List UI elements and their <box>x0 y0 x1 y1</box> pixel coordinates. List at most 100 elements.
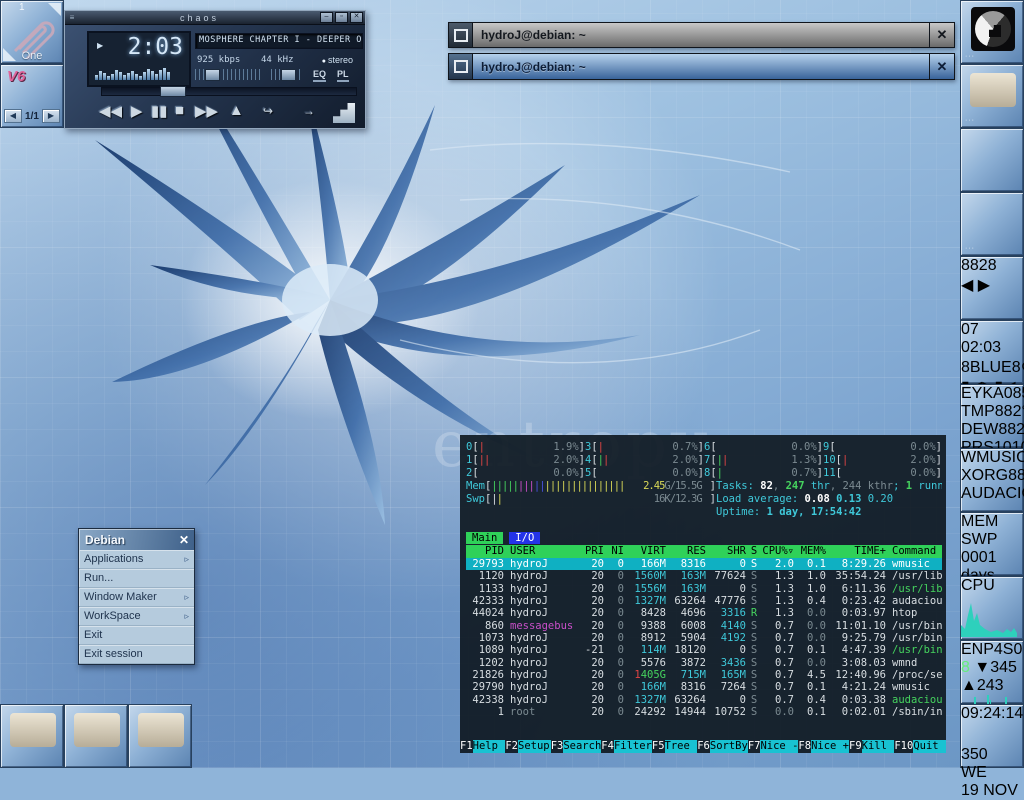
dock-tile-cpumon[interactable]: CPU <box>960 576 1024 640</box>
dock-tile-file-cabinet[interactable]: ··· <box>960 192 1024 256</box>
dock-tile-terminal[interactable]: ··· <box>960 64 1024 128</box>
process-row[interactable]: 1root200242921494410752S0.00.10:02.01/sb… <box>466 706 942 718</box>
xmms-balance-slider[interactable] <box>271 69 303 80</box>
fkey-f4[interactable]: F4 <box>601 740 614 753</box>
fkey-label-f3[interactable]: Search <box>563 740 601 753</box>
play-button[interactable]: ▶ <box>131 102 143 120</box>
fkey-f8[interactable]: F8 <box>798 740 811 753</box>
fkey-label-f2[interactable]: Setup <box>518 740 551 753</box>
dock-tile-wmnd[interactable]: ENP4S0 8 ▼345 ▲243 ▼227 ▲66.0 <box>960 640 1024 704</box>
xmms-eq-button[interactable]: EQ <box>313 69 326 82</box>
pause-button[interactable]: ▮▮ <box>151 102 168 120</box>
fkey-f1[interactable]: F1 <box>460 740 473 753</box>
terminal-1-miniaturize-button[interactable] <box>449 23 473 47</box>
fkey-label-f10[interactable]: Quit <box>913 740 946 753</box>
xmms-close-button[interactable]: ✕ <box>350 12 363 23</box>
terminal-1-close-button[interactable]: ✕ <box>929 23 954 47</box>
fkey-label-f9[interactable]: Kill <box>862 740 895 753</box>
seek-handle[interactable] <box>160 86 186 97</box>
menu-item-workspace[interactable]: WorkSpace▹ <box>79 607 194 626</box>
process-row[interactable]: 44024hydroJ200842846963316R1.30.00:03.97… <box>466 607 942 619</box>
menu-item-run-[interactable]: Run... <box>79 569 194 588</box>
menu-item-window-maker[interactable]: Window Maker▹ <box>79 588 194 607</box>
balance-slider-handle[interactable] <box>281 69 296 81</box>
column-header-pid[interactable]: PID <box>466 545 504 558</box>
dock-tile-wmaker[interactable]: ··· <box>960 0 1024 64</box>
process-row[interactable]: 1202hydroJ200557638723436S0.70.03:08.03w… <box>466 657 942 669</box>
appicon-terminal-1[interactable] <box>64 704 128 768</box>
fkey-label-f5[interactable]: Tree <box>665 740 698 753</box>
debian-root-menu[interactable]: Debian ✕ Applications▹Run...Window Maker… <box>78 528 195 665</box>
fkey-f10[interactable]: F10 <box>894 740 913 753</box>
xmms-seek-bar[interactable] <box>101 87 357 96</box>
process-row[interactable]: 1120hydroJ2001560M163M77624S1.31.035:54.… <box>466 570 942 582</box>
terminal-window-2-shaded[interactable]: hydroJ@debian: ~ ✕ <box>448 53 955 80</box>
column-header-ni[interactable]: NI <box>604 545 624 558</box>
fkey-f2[interactable]: F2 <box>505 740 518 753</box>
xmms-titlebar[interactable]: ≡ chaos – ▫ ✕ <box>65 11 365 25</box>
terminal-2-miniaturize-button[interactable] <box>449 54 473 79</box>
volume-slider-handle[interactable] <box>205 69 220 81</box>
terminal-1-titlebar[interactable]: hydroJ@debian: ~ <box>473 23 929 47</box>
appicon-tux-terminal[interactable] <box>0 704 64 768</box>
column-header-pri[interactable]: PRI <box>578 545 604 558</box>
stop-button[interactable]: ■ <box>175 102 184 119</box>
process-row[interactable]: 21826hydroJ2001405G715M165MS0.74.512:40.… <box>466 669 942 681</box>
next-button[interactable]: ▶▶ <box>195 102 218 120</box>
terminal-window-1-shaded[interactable]: hydroJ@debian: ~ ✕ <box>448 22 955 48</box>
dock-tile-mixer[interactable]: 8828 ◀ ▶ <box>960 256 1024 320</box>
process-row[interactable]: 29793hydroJ200166M83160S2.00.18:29.26wmu… <box>466 558 942 570</box>
mixer-prev-channel-button[interactable]: ◀ <box>961 277 973 294</box>
column-header-virt[interactable]: VIRT <box>624 545 666 558</box>
process-row[interactable]: 42338hydroJ2001327M632640S0.70.40:03.38a… <box>466 694 942 706</box>
fkey-f5[interactable]: F5 <box>652 740 665 753</box>
pager-dockapp[interactable]: V6 ◀ 1/1 ▶ <box>0 64 64 128</box>
dock-tile-weather[interactable]: EYKA0850TMP882°CDEW882°CPRS1010hPaHUM100… <box>960 384 1024 448</box>
column-header-user[interactable]: USER <box>504 545 578 558</box>
xmms-volume-slider[interactable] <box>195 69 261 80</box>
xmms-shade-button[interactable]: ▫ <box>335 12 348 23</box>
fkey-f6[interactable]: F6 <box>697 740 710 753</box>
menu-titlebar[interactable]: Debian ✕ <box>79 529 194 550</box>
process-row[interactable]: 29790hydroJ200166M83167264S0.70.14:21.24… <box>466 681 942 693</box>
column-header-time[interactable]: TIME+ <box>826 545 886 558</box>
fkey-f3[interactable]: F3 <box>551 740 564 753</box>
fkey-f9[interactable]: F9 <box>849 740 862 753</box>
wm-clip[interactable]: 1 One <box>0 0 64 64</box>
column-header-command[interactable]: Command <box>886 545 942 558</box>
column-header-cpu[interactable]: CPU%▿ <box>762 545 794 558</box>
xmms-minimize-button[interactable]: – <box>320 12 333 23</box>
process-row[interactable]: 860messagebus200938860084140S0.70.011:01… <box>466 620 942 632</box>
dock-tile-sysmon[interactable]: MEM SWP 0001 days, 17:54:43 <box>960 512 1024 576</box>
process-row[interactable]: 42333hydroJ2001327M6326447776S1.30.40:23… <box>466 595 942 607</box>
menu-item-exit-session[interactable]: Exit session <box>79 645 194 664</box>
column-header-res[interactable]: RES <box>666 545 706 558</box>
dock-tile-clock[interactable]: 09:24:14 350 WE 19 NOV <box>960 704 1024 768</box>
dock-tile-wmusic[interactable]: 07 02:03 8BLUE8↺ ▮◀▶▮◀◀▶▶ ▲▶▮▮■ <box>960 320 1024 384</box>
column-header-shr[interactable]: SHR <box>706 545 746 558</box>
fkey-label-f6[interactable]: SortBy <box>710 740 748 753</box>
menu-close-button[interactable]: ✕ <box>174 533 194 547</box>
dock-tile-wmtop[interactable]: WMUSIC888XORG88888AUDACIOUS <box>960 448 1024 512</box>
htop-tab-main[interactable]: Main <box>466 532 503 544</box>
dock-tile-drawer[interactable] <box>960 128 1024 192</box>
terminal-2-titlebar[interactable]: hydroJ@debian: ~ <box>473 54 929 79</box>
shuffle-button[interactable]: ↪ <box>263 104 273 118</box>
mixer-next-channel-button[interactable]: ▶ <box>978 277 990 294</box>
fkey-label-f4[interactable]: Filter <box>614 740 652 753</box>
menu-item-exit[interactable]: Exit <box>79 626 194 645</box>
xmms-playlist-button[interactable]: PL <box>337 69 349 82</box>
process-row[interactable]: 1089hydroJ-210114M181200S0.70.14:47.39/u… <box>466 644 942 656</box>
process-row[interactable]: 1073hydroJ200891259044192S0.70.09:25.79/… <box>466 632 942 644</box>
appicon-terminal-2[interactable] <box>128 704 192 768</box>
terminal-2-close-button[interactable]: ✕ <box>929 54 954 79</box>
pager-right-arrow-button[interactable]: ▶ <box>42 109 60 123</box>
fkey-label-f8[interactable]: Nice + <box>811 740 849 753</box>
eject-button[interactable]: ▲ <box>229 102 243 119</box>
htop-terminal-window[interactable]: 0[|1.9%]3[|0.7%]6[0.0%]9[0.0%]1[||2.0%]4… <box>460 435 946 753</box>
pager-left-arrow-button[interactable]: ◀ <box>4 109 22 123</box>
fkey-f7[interactable]: F7 <box>748 740 761 753</box>
xmms-player-window[interactable]: ≡ chaos – ▫ ✕ ▶ 2:03 MOSPHERE CHAPTER I … <box>64 10 366 129</box>
htop-tab-io[interactable]: I/O <box>509 532 540 544</box>
htop-table-header[interactable]: PIDUSERPRINIVIRTRESSHRSCPU%▿MEM%TIME+Com… <box>466 545 942 558</box>
